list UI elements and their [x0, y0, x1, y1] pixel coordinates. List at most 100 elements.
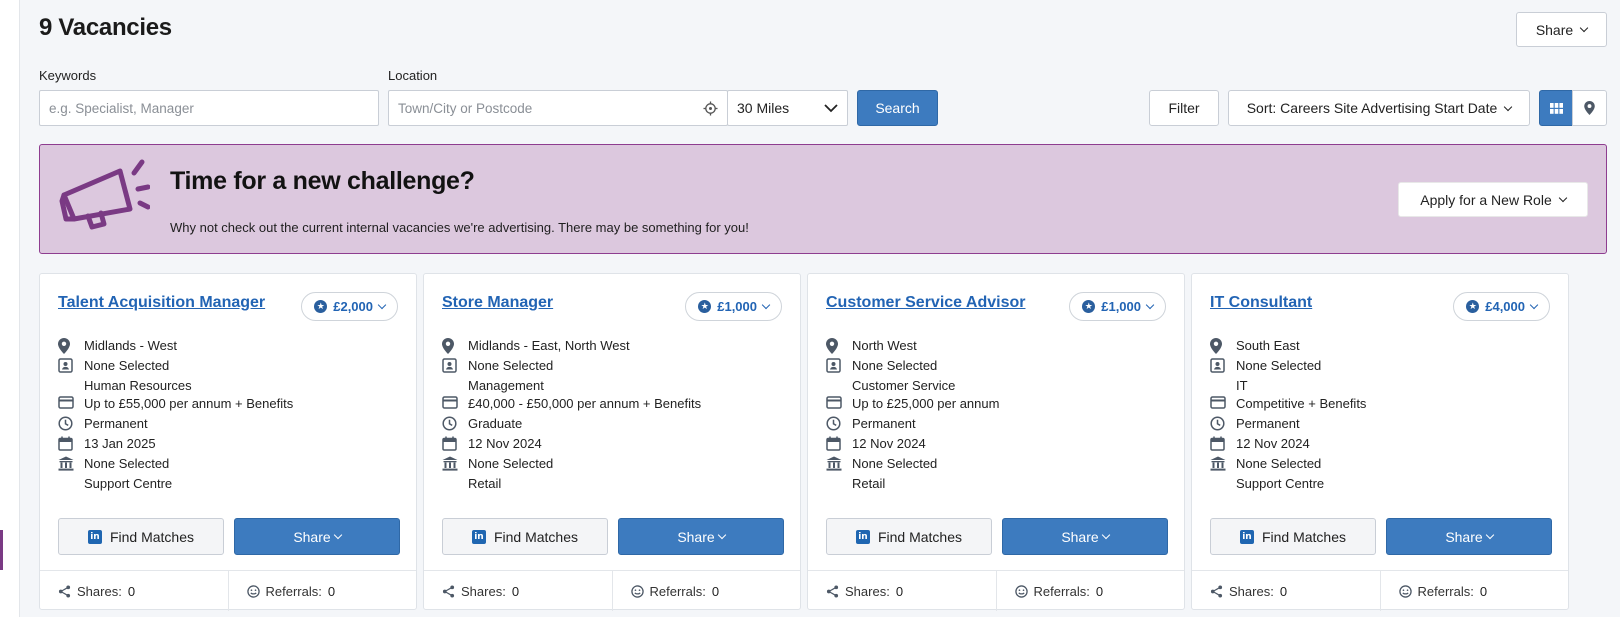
referral-bonus-button[interactable]: ★ £4,000: [1453, 292, 1550, 321]
megaphone-icon: [59, 159, 150, 230]
map-view-toggle[interactable]: [1572, 90, 1607, 126]
location-text: South East: [1236, 338, 1300, 353]
referral-bonus-button[interactable]: ★ £2,000: [301, 292, 398, 321]
keywords-label: Keywords: [39, 68, 97, 83]
location-text: Midlands - East, North West: [468, 338, 630, 353]
side-navigation-edge: [0, 0, 20, 617]
employment-type-text: Permanent: [1236, 416, 1300, 431]
star-icon: ★: [1082, 300, 1096, 313]
vacancy-share-button[interactable]: Share: [1002, 518, 1168, 555]
shares-label: Shares:: [77, 583, 122, 599]
vacancy-date: 13 Jan 2025: [58, 434, 156, 454]
vacancy-title-link[interactable]: Store Manager: [442, 294, 553, 312]
sort-dropdown[interactable]: Sort: Careers Site Advertising Start Dat…: [1228, 90, 1530, 126]
vacancy-share-button[interactable]: Share: [618, 518, 784, 555]
radius-select[interactable]: 30 Miles: [727, 90, 848, 126]
crosshair-icon[interactable]: [703, 100, 718, 116]
vacancy-date: 12 Nov 2024: [826, 434, 926, 454]
credit-card-icon: [1210, 396, 1226, 409]
search-button[interactable]: Search: [857, 90, 938, 126]
vacancy-title-link[interactable]: Customer Service Advisor: [826, 294, 1025, 312]
organisation-sub-text: Retail: [468, 475, 502, 491]
active-nav-indicator: [0, 530, 3, 570]
smiley-icon: [246, 584, 260, 598]
vacancy-contact: None Selected Human Resources: [58, 356, 192, 395]
find-matches-button[interactable]: in Find Matches: [826, 518, 992, 555]
organisation-sub-text: Support Centre: [1236, 475, 1325, 491]
calendar-icon: [1210, 436, 1225, 451]
shares-count: 0: [127, 583, 136, 599]
page-share-label: Share: [1535, 21, 1574, 38]
vacancy-contact: None Selected Management: [442, 356, 553, 395]
vacancy-location: Midlands - East, North West: [442, 336, 630, 356]
chevron-down-icon: [1485, 530, 1494, 540]
vacancies-page: 9 Vacancies Share Keywords e.g. Speciali…: [39, 0, 1607, 617]
grid-icon: [1549, 102, 1563, 114]
chevron-down-icon: [824, 103, 838, 112]
vacancy-type: Permanent: [1210, 414, 1300, 434]
referral-bonus-value: £2,000: [333, 299, 373, 314]
vacancy-share-button[interactable]: Share: [234, 518, 400, 555]
contact-card-icon: [58, 358, 73, 373]
share-nodes-icon: [58, 584, 71, 598]
keywords-input[interactable]: e.g. Specialist, Manager: [39, 90, 379, 126]
salary-text: Up to £55,000 per annum + Benefits: [84, 396, 294, 411]
page-share-button[interactable]: Share: [1516, 12, 1607, 47]
vacancy-contact: None Selected Customer Service: [826, 356, 955, 395]
apply-new-role-button[interactable]: Apply for a New Role: [1398, 182, 1588, 217]
vacancy-card: Store Manager ★ £1,000 Midlands - East, …: [423, 273, 801, 611]
location-input[interactable]: Town/City or Postcode: [388, 90, 728, 126]
vacancy-share-label: Share: [1061, 528, 1099, 545]
organisation-text: None Selected: [1236, 456, 1322, 471]
credit-card-icon: [58, 396, 74, 409]
referrals-count: 0: [1095, 583, 1104, 599]
vacancy-title-link[interactable]: Talent Acquisition Manager: [58, 294, 265, 312]
vacancy-share-button[interactable]: Share: [1386, 518, 1552, 555]
chevron-down-icon: [1579, 23, 1589, 33]
star-icon: ★: [1466, 300, 1480, 313]
chevron-down-icon: [1504, 102, 1513, 111]
bank-building-icon: [1210, 456, 1226, 471]
linkedin-icon: in: [471, 529, 486, 544]
referral-bonus-value: £1,000: [717, 299, 757, 314]
vacancy-organisation: None Selected Retail: [826, 454, 937, 493]
vacancy-location: North West: [826, 336, 917, 356]
contact-text: None Selected: [1236, 358, 1322, 373]
find-matches-button[interactable]: in Find Matches: [442, 518, 608, 555]
apply-new-role-label: Apply for a New Role: [1420, 191, 1552, 208]
keywords-placeholder: e.g. Specialist, Manager: [49, 100, 194, 116]
referrals-label: Referrals:: [649, 583, 706, 599]
referral-bonus-button[interactable]: ★ £1,000: [1069, 292, 1166, 321]
bank-building-icon: [58, 456, 74, 471]
salary-text: Competitive + Benefits: [1236, 396, 1367, 411]
shares-label: Shares:: [1229, 583, 1274, 599]
banner-subtitle: Why not check out the current internal v…: [170, 220, 749, 235]
find-matches-button[interactable]: in Find Matches: [58, 518, 224, 555]
department-text: Management: [468, 377, 544, 393]
page-title: 9 Vacancies: [39, 14, 172, 41]
clock-icon: [826, 416, 841, 431]
vacancy-organisation: None Selected Support Centre: [58, 454, 172, 493]
grid-view-toggle[interactable]: [1539, 90, 1573, 126]
vacancy-location: South East: [1210, 336, 1300, 356]
date-text: 12 Nov 2024: [852, 436, 926, 451]
vacancy-stats: Shares: 0 Referrals: 0: [40, 570, 416, 611]
chevron-down-icon: [717, 530, 726, 540]
shares-stat: Shares: 0: [1192, 571, 1380, 611]
referrals-stat: Referrals: 0: [611, 571, 801, 611]
find-matches-button[interactable]: in Find Matches: [1210, 518, 1376, 555]
banner-title: Time for a new challenge?: [170, 167, 475, 195]
bank-building-icon: [442, 456, 458, 471]
referral-bonus-button[interactable]: ★ £1,000: [685, 292, 782, 321]
employment-type-text: Permanent: [84, 416, 148, 431]
vacancy-card: Talent Acquisition Manager ★ £2,000 Midl…: [39, 273, 417, 611]
smiley-icon: [1014, 584, 1028, 598]
vacancy-salary: Up to £25,000 per annum: [826, 394, 999, 414]
department-text: Customer Service: [852, 377, 956, 393]
filter-button[interactable]: Filter: [1149, 90, 1219, 126]
find-matches-label: Find Matches: [493, 528, 579, 545]
employment-type-text: Permanent: [852, 416, 916, 431]
linkedin-icon: in: [855, 529, 870, 544]
salary-text: £40,000 - £50,000 per annum + Benefits: [468, 396, 702, 411]
vacancy-title-link[interactable]: IT Consultant: [1210, 294, 1312, 312]
